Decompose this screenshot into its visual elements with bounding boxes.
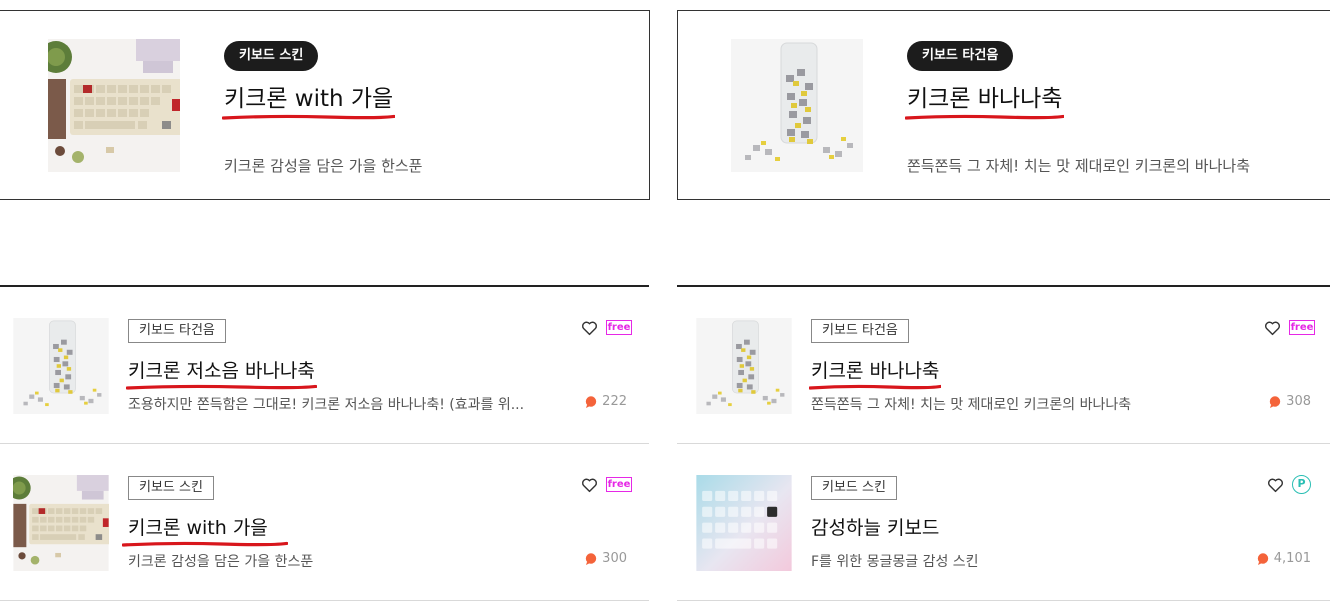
category-tag: 키보드 스킨: [128, 476, 214, 500]
row-divider: [677, 600, 1330, 601]
item-title[interactable]: 감성하늘 키보드: [811, 513, 939, 540]
free-badge: free: [606, 477, 632, 492]
speech-bubble-icon: [1257, 552, 1268, 565]
p-circle-icon: P: [1292, 475, 1311, 494]
item-title-text: 감성하늘 키보드: [811, 517, 940, 539]
comment-count: 222: [585, 394, 627, 409]
comment-count: 308: [1269, 394, 1311, 409]
speech-bubble-icon: [585, 552, 597, 565]
category-tag: 키보드 타건음: [811, 319, 909, 343]
row-divider: [0, 443, 649, 444]
featured-title-text: 키크론 with 가을: [224, 86, 394, 112]
free-badge: free: [606, 320, 632, 335]
item-description: 조용하지만 쫀득함은 그대로! 키크론 저소음 바나나축! (효과를 위...: [128, 397, 525, 413]
featured-description: 쫀득쫀득 그 자체! 치는 맛 제대로인 키크론의 바나나축: [907, 157, 1250, 175]
switch-jar-thumbnail: [731, 39, 863, 172]
featured-card-keychron-banana[interactable]: 키보드 타건음 키크론 바나나축 쫀득쫀득 그 자체! 치는 맛 제대로인 키크…: [677, 10, 1330, 200]
switch-jar-thumbnail: [696, 318, 792, 414]
featured-card-text: 키보드 타건음 키크론 바나나축 쫀득쫀득 그 자체! 치는 맛 제대로인 키크…: [905, 41, 1250, 175]
heart-outline-icon[interactable]: [1264, 320, 1281, 336]
red-underline: [809, 384, 942, 390]
heart-outline-icon[interactable]: [1267, 477, 1284, 493]
featured-description: 키크론 감성을 담은 가을 한스푼: [224, 157, 423, 175]
item-title-text: 키크론 with 가을: [128, 517, 268, 539]
item-title[interactable]: 키크론 with 가을: [122, 513, 288, 547]
category-tag: 키보드 타건음: [907, 41, 1014, 71]
speech-bubble-icon: [585, 395, 597, 408]
pastel-keyboard-skin-thumbnail: [696, 475, 792, 571]
comment-count: 300: [585, 551, 627, 566]
list-top-rule: [677, 285, 1330, 287]
comment-count-value: 300: [602, 551, 627, 566]
item-description: F를 위한 몽글몽글 감성 스킨: [811, 554, 979, 570]
item-description: 쫀득쫀득 그 자체! 치는 맛 제대로인 키크론의 바나나축: [811, 397, 1132, 413]
item-title[interactable]: 키크론 바나나축: [809, 356, 942, 390]
heart-outline-icon[interactable]: [581, 477, 598, 493]
comment-count: 4,101: [1257, 551, 1311, 566]
row-divider: [677, 443, 1330, 444]
keyboard-thumbnail: [13, 475, 109, 571]
item-title[interactable]: 키크론 저소음 바나나축: [126, 356, 317, 390]
switch-jar-thumbnail: [13, 318, 109, 414]
featured-title[interactable]: 키크론 with 가을: [222, 79, 396, 120]
list-item[interactable]: 키보드 스킨 감성하늘 키보드 F를 위한 몽글몽글 감성 스킨 P 4,101: [696, 475, 1312, 571]
category-tag: 키보드 스킨: [224, 41, 319, 71]
list-item[interactable]: 키보드 타건음 키크론 저소음 바나나축 조용하지만 쫀득함은 그대로! 키크론…: [13, 318, 632, 414]
featured-card-keychron-autumn[interactable]: 키보드 스킨 키크론 with 가을 키크론 감성을 담은 가을 한스푼: [0, 10, 650, 200]
comment-count-value: 4,101: [1273, 551, 1311, 566]
category-tag: 키보드 스킨: [811, 476, 897, 500]
comment-count-value: 308: [1286, 394, 1311, 409]
category-tag: 키보드 타건음: [128, 319, 226, 343]
red-underline: [905, 114, 1065, 120]
heart-outline-icon[interactable]: [581, 320, 598, 336]
row-divider: [0, 600, 649, 601]
red-underline: [122, 541, 288, 547]
featured-card-text: 키보드 스킨 키크론 with 가을 키크론 감성을 담은 가을 한스푼: [222, 41, 422, 175]
list-item[interactable]: 키보드 스킨 키크론 with 가을 키크론 감성을 담은 가을 한스푼 fre…: [13, 475, 632, 571]
item-title-text: 키크론 바나나축: [811, 360, 940, 382]
item-title-text: 키크론 저소음 바나나축: [128, 360, 315, 382]
comment-count-value: 222: [602, 394, 627, 409]
item-description: 키크론 감성을 담은 가을 한스푼: [128, 554, 314, 570]
red-underline: [126, 384, 317, 390]
keyboard-thumbnail: [48, 39, 180, 172]
featured-title-text: 키크론 바나나축: [907, 86, 1063, 112]
featured-title[interactable]: 키크론 바나나축: [905, 79, 1065, 120]
list-top-rule: [0, 285, 649, 287]
speech-bubble-icon: [1269, 395, 1281, 408]
free-badge: free: [1289, 320, 1315, 335]
list-item[interactable]: 키보드 타건음 키크론 바나나축 쫀득쫀득 그 자체! 치는 맛 제대로인 키크…: [696, 318, 1315, 414]
red-underline: [222, 114, 396, 120]
